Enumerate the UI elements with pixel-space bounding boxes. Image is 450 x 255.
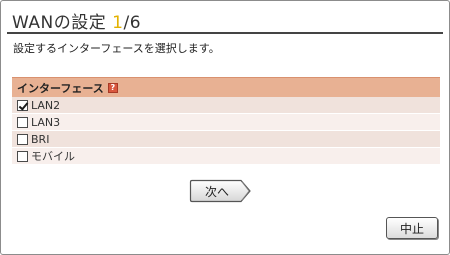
title-text: WANの設定 <box>12 13 113 33</box>
step-total: /6 <box>123 13 142 33</box>
title-divider <box>7 32 443 34</box>
checkbox-lan2[interactable] <box>17 99 28 111</box>
option-label: LAN3 <box>31 115 61 129</box>
interface-table-header: インターフェース ? <box>12 77 440 97</box>
interface-option-mobile[interactable]: モバイル <box>12 148 440 165</box>
option-label: モバイル <box>31 150 75 163</box>
option-label: BRI <box>31 132 50 146</box>
checkbox-mobile[interactable] <box>17 150 28 162</box>
option-label: LAN2 <box>31 98 61 112</box>
next-button[interactable]: 次へ <box>189 179 253 203</box>
wizard-panel: WANの設定 1/6 設定するインターフェースを選択します。 インターフェース … <box>0 0 450 255</box>
step-current: 1 <box>112 13 124 33</box>
interface-header-label: インターフェース <box>17 81 104 95</box>
interface-option-lan2[interactable]: LAN2 <box>12 97 440 114</box>
page-description: 設定するインターフェースを選択します。 <box>13 42 220 55</box>
checkbox-lan3[interactable] <box>17 116 28 128</box>
next-button-label: 次へ <box>204 184 229 199</box>
help-icon[interactable]: ? <box>107 82 118 93</box>
interface-table: インターフェース ? LAN2 LAN3 BRI モバイル <box>12 77 440 165</box>
interface-option-lan3[interactable]: LAN3 <box>12 114 440 131</box>
cancel-button[interactable]: 中止 <box>386 217 438 239</box>
page-title: WANの設定 1/6 <box>12 8 141 33</box>
checkbox-bri[interactable] <box>17 133 28 145</box>
interface-option-bri[interactable]: BRI <box>12 131 440 148</box>
